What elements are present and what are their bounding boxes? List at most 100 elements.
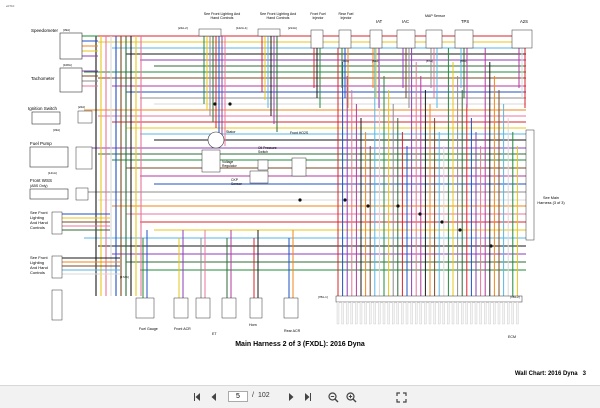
ecm-pin	[433, 301, 436, 325]
page-separator: /	[252, 392, 254, 399]
wiring-diagram: Speedometer [39A] Tachometer [108A] Igni…	[28, 12, 565, 339]
ecm-pin	[428, 301, 432, 325]
ecm-pin	[336, 301, 340, 325]
ecm-pin	[401, 301, 404, 325]
front-wss-sub: (ABS Only)	[30, 184, 48, 188]
ecm-pin	[415, 301, 418, 325]
next-page-icon	[289, 393, 294, 401]
ecm-pin	[484, 301, 487, 325]
first-page-icon	[194, 393, 200, 401]
ecm-pin	[511, 301, 514, 325]
connector-122a-1: [122A-1]	[236, 26, 248, 30]
rear-fuel-injector: Rear Fuel Injector [91A]	[338, 12, 354, 63]
fuel-gauge-label: Fuel Gauge	[139, 327, 158, 331]
ecm-pin	[387, 301, 390, 325]
ignition-switch-label: Ignition Switch	[28, 106, 58, 111]
diagram-title: Main Harness 2 of 3 (FXDL): 2016 Dyna	[235, 341, 365, 348]
iac-valve: IAC	[396, 19, 416, 49]
last-page-icon	[305, 393, 311, 401]
viewer-toolbar: / 102	[0, 385, 600, 408]
ecm-pin	[378, 301, 381, 325]
page-number-input[interactable]	[228, 391, 248, 402]
ecm-pin-labels	[336, 301, 519, 325]
front-ho2s-label: Front HO2S	[290, 131, 309, 135]
splice-dot	[298, 198, 302, 202]
zoom-in-button[interactable]	[344, 390, 358, 404]
ecm-pin	[410, 301, 413, 325]
oil-pressure-label: Oil Pressure Switch	[258, 146, 277, 154]
top-front-lighting-right-label: See Front Lighting And Hand Controls	[259, 12, 297, 20]
splice-dot	[458, 228, 462, 232]
connector-108a: [108A]	[63, 63, 72, 67]
ecm-pin	[516, 301, 519, 325]
connector-172a: [172A]	[120, 275, 129, 279]
fuel-pump-connector: Fuel Pump [141A]	[29, 141, 93, 175]
side-front-lighting-1-label: See Front Lighting And Hand Controls	[30, 210, 48, 230]
et-label: ET	[212, 332, 217, 336]
front-acr: Front ACR	[173, 297, 191, 331]
top-front-lighting-left: See Front Lighting And Hand Controls [24…	[178, 12, 241, 37]
ecm-pin	[364, 301, 367, 325]
prev-page-button[interactable]	[207, 390, 221, 404]
ecm-pin	[359, 301, 363, 325]
ecm-pin	[382, 301, 386, 325]
fullscreen-button[interactable]	[394, 390, 408, 404]
speedometer-connector: Speedometer [39A]	[31, 28, 83, 60]
ecm-pin	[461, 301, 464, 325]
splice-dot	[418, 212, 422, 216]
connector-214a: [214A]	[288, 26, 297, 30]
ecm-label: ECM	[508, 335, 516, 339]
ecm-pin	[507, 301, 510, 325]
prev-page-icon	[211, 393, 216, 401]
rear-fuel-injector-label: Rear Fuel Injector	[338, 12, 354, 20]
ecm-pin	[502, 301, 505, 325]
zoom-out-button[interactable]	[326, 390, 340, 404]
a2s-label: A2S	[520, 19, 528, 24]
front-acr-label: Front ACR	[174, 327, 191, 331]
connector-78a-1: [78A-1]	[318, 295, 328, 299]
fullscreen-icon	[395, 391, 407, 403]
map-sensor: MAP Sensor [87A]	[425, 14, 445, 63]
oil-pressure-switch: Oil Pressure Switch	[257, 146, 277, 171]
connector-87a: [87A]	[426, 59, 433, 63]
connector-39a: [39A]	[63, 28, 70, 32]
splice-dot	[343, 198, 347, 202]
a2s-sensor: A2S	[511, 19, 533, 49]
ecm-pin	[442, 301, 445, 325]
iac-label: IAC	[402, 19, 409, 24]
rear-acr-label: Rear ACR	[284, 329, 301, 333]
top-front-lighting-right: See Front Lighting And Hand Controls [12…	[236, 12, 297, 37]
total-pages: 102	[258, 392, 270, 399]
ecm-pin	[456, 301, 459, 325]
diagram-page: e0710 Speedometer [39A] Tachometer [108A…	[0, 0, 600, 385]
ecm-pin	[479, 301, 482, 325]
connector-141a: [141A]	[48, 171, 57, 175]
stator-label: Stator	[226, 130, 236, 134]
connector-91a: [91A]	[342, 59, 349, 63]
first-page-button[interactable]	[190, 390, 204, 404]
ckp-label: CKP Sensor	[231, 178, 242, 186]
ecm-pin	[447, 301, 450, 325]
splice-dot	[489, 244, 493, 248]
wall-chart-number: 3	[582, 371, 586, 377]
zoom-out-icon	[327, 391, 338, 402]
ecm-pin	[405, 301, 409, 325]
wall-chart-value: 2016 Dyna	[547, 371, 578, 377]
ecm-pin	[369, 301, 372, 325]
last-page-button[interactable]	[301, 390, 315, 404]
side-front-lighting-2-label: See Front Lighting And Hand Controls	[30, 255, 48, 275]
tachometer-connector: Tachometer [108A]	[31, 63, 83, 93]
connector-22a: [22A]	[78, 105, 85, 109]
horn-label: Horn	[249, 323, 257, 327]
zoom-in-icon	[345, 391, 356, 402]
iat-label: IAT	[376, 19, 383, 24]
front-wss-label: Front WSS	[30, 178, 52, 183]
rear-acr: Rear ACR	[283, 297, 301, 333]
top-front-lighting-left-label: See Front Lighting And Hand Controls	[203, 12, 241, 20]
next-page-button[interactable]	[284, 390, 298, 404]
tps-label: TPS	[461, 19, 469, 24]
ecm-pin	[438, 301, 441, 325]
splice-dot	[213, 102, 217, 106]
ecm-pin	[474, 301, 478, 325]
ecm-pin	[396, 301, 399, 325]
